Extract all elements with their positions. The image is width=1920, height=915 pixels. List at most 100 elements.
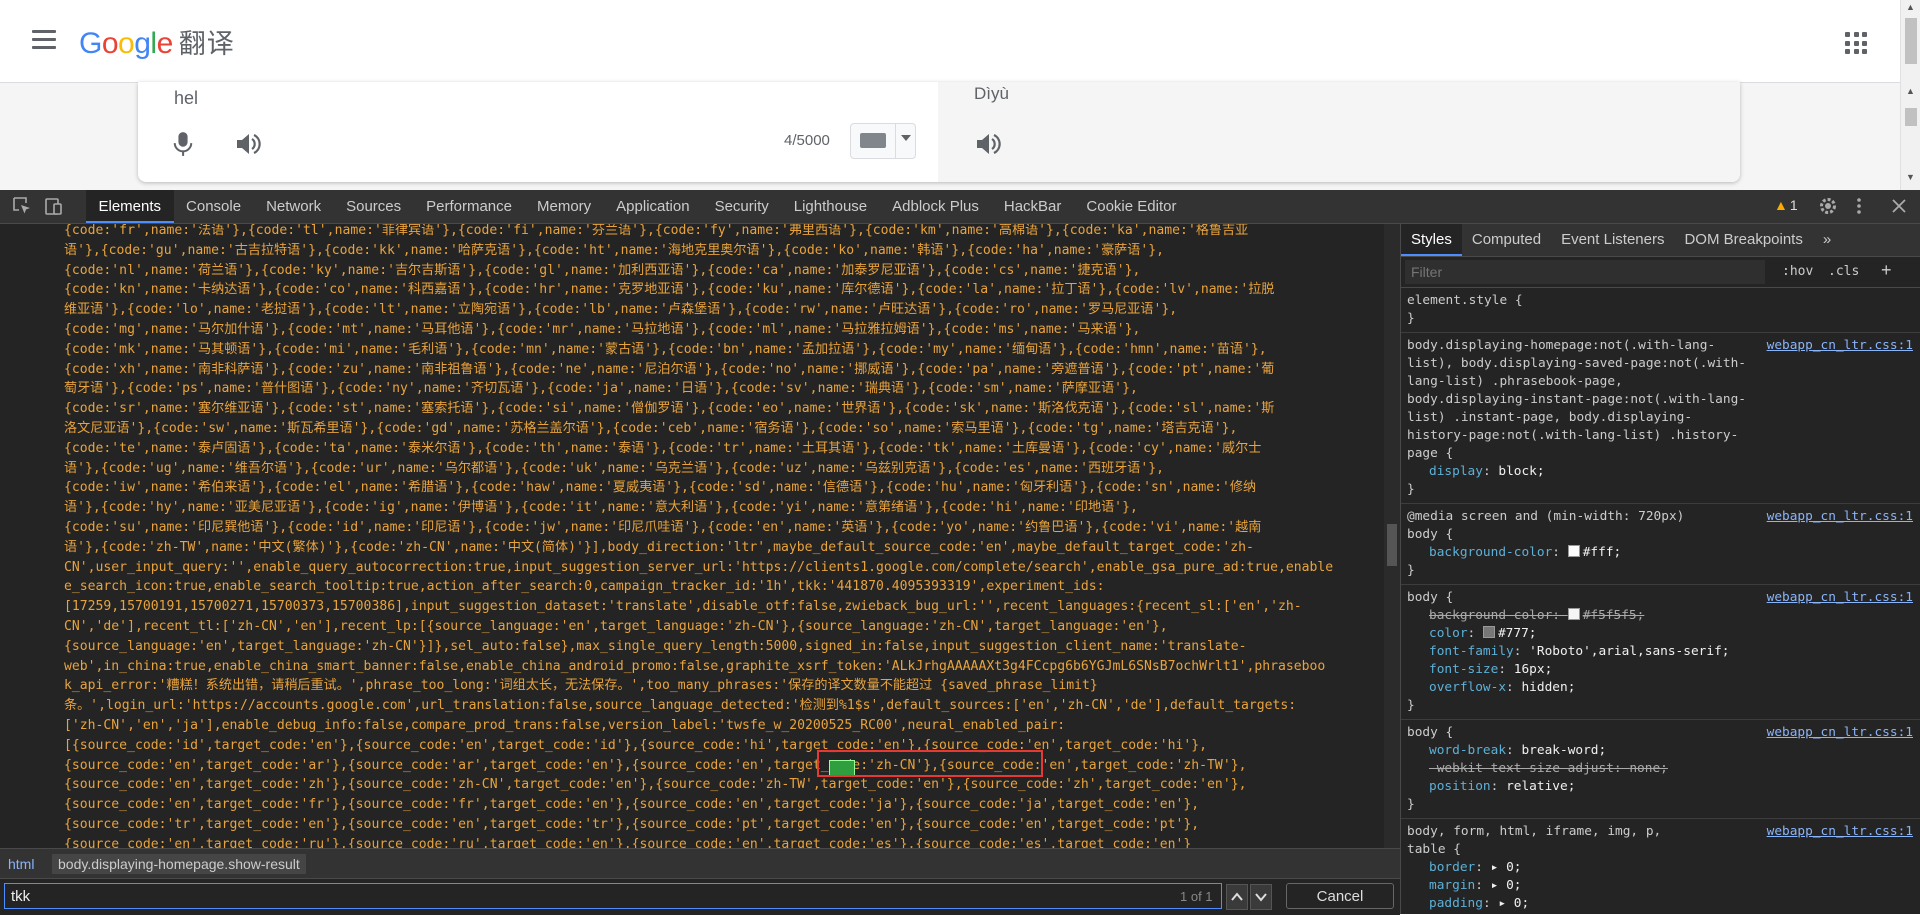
css-declaration[interactable]: background-color: #fff; [1407, 544, 1915, 562]
device-toolbar-icon[interactable] [44, 196, 64, 216]
source-panel: hel 4/5000 [138, 82, 938, 182]
styles-tab-event-listeners[interactable]: Event Listeners [1551, 224, 1674, 256]
css-declaration[interactable]: position: relative; [1407, 778, 1915, 796]
scrollbar-thumb[interactable] [1905, 18, 1917, 64]
close-devtools-icon[interactable] [1890, 197, 1908, 215]
tab-elements[interactable]: Elements [86, 190, 174, 223]
tab-cookie-editor[interactable]: Cookie Editor [1074, 190, 1189, 223]
scroll-down-arrow-icon[interactable]: ▼ [1906, 172, 1915, 182]
tab-memory[interactable]: Memory [525, 190, 604, 223]
code-line: {source_code:'en',target_code:'fr'},{sou… [64, 797, 1200, 813]
more-options-icon[interactable] [1856, 196, 1862, 216]
color-swatch-icon[interactable] [1567, 545, 1580, 557]
tab-sources[interactable]: Sources [334, 190, 414, 223]
code-line: {code:'iw',name:'希伯来语'},{code:'el',name:… [64, 480, 1257, 496]
style-rules-list: element.style {} body.displaying-homepage… [1401, 288, 1920, 914]
cancel-search-button[interactable]: Cancel [1286, 883, 1394, 909]
styles-tab-styles[interactable]: Styles [1401, 224, 1462, 256]
next-match-button[interactable] [1250, 884, 1272, 910]
code-line: 语'},{code:'gu',name:'古吉拉特语'},{code:'kk',… [64, 242, 1165, 258]
target-panel: Dìyù [938, 82, 1740, 182]
red-annotation-box [817, 750, 1043, 777]
hover-state-toggle[interactable]: :hov [1782, 264, 1813, 279]
style-rule[interactable]: @media screen and (min-width: 720px) bod… [1401, 504, 1920, 585]
listen-target-speaker-icon[interactable] [974, 130, 1002, 158]
rule-source-link[interactable]: webapp_cn_ltr.css:1 [1767, 508, 1913, 526]
css-declaration[interactable]: color: #777; [1407, 625, 1915, 643]
code-line: {code:'mg',name:'马尔加什语'},{code:'mt',name… [64, 321, 1141, 337]
style-rule[interactable]: body {webapp_cn_ltr.css:1 word-break: bre… [1401, 720, 1920, 819]
style-rule[interactable]: element.style {} [1401, 288, 1920, 333]
rule-source-link[interactable]: webapp_cn_ltr.css:1 [1767, 337, 1913, 355]
rule-source-link[interactable]: webapp_cn_ltr.css:1 [1767, 823, 1913, 841]
tab-adblock-plus[interactable]: Adblock Plus [880, 190, 992, 223]
code-line: {code:'sr',name:'塞尔维亚语'},{code:'st',name… [64, 401, 1275, 417]
code-line: 洛文尼亚语'},{code:'sw',name:'斯瓦希里语'},{code:'… [64, 420, 1238, 436]
listen-source-speaker-icon[interactable] [234, 130, 262, 158]
elements-scrollbar[interactable] [1384, 224, 1400, 848]
google-translate-logo[interactable]: Google 翻译 [79, 22, 235, 61]
microphone-icon[interactable] [172, 130, 194, 158]
style-rule[interactable]: body { webapp_cn_ltr.css:1 background-colo… [1401, 585, 1920, 720]
css-declaration[interactable]: font-size: 16px; [1407, 661, 1915, 679]
new-style-rule-button[interactable]: + [1881, 260, 1892, 281]
breadcrumb-body[interactable]: body.displaying-homepage.show-result [52, 854, 306, 874]
css-declaration[interactable]: -webkit-text-size-adjust: none; [1407, 760, 1915, 778]
hamburger-menu-icon[interactable] [32, 30, 56, 50]
code-line: {code:'kn',name:'卡纳达语'},{code:'co',name:… [64, 282, 1275, 298]
google-apps-icon[interactable] [1845, 32, 1867, 54]
tab-hackbar[interactable]: HackBar [991, 190, 1074, 223]
style-rule[interactable]: body.displaying-homepage:not(.with-lang-… [1401, 333, 1920, 504]
rule-source-link[interactable]: webapp_cn_ltr.css:1 [1767, 589, 1913, 607]
input-tools-button[interactable] [850, 123, 916, 159]
css-declaration[interactable]: padding: ▸ 0; [1407, 895, 1915, 913]
rule-selector: body, form, html, iframe, img, p, table … [1407, 824, 1662, 857]
styles-filter-input[interactable] [1405, 260, 1765, 284]
inner-scrollbar-thumb[interactable] [1905, 108, 1917, 126]
elements-dom-tree[interactable]: {code:'fr',name:'法语'},{code:'tl',name:'菲… [0, 224, 1384, 848]
source-text[interactable]: hel [174, 88, 198, 109]
dom-search-input[interactable] [4, 883, 1222, 909]
class-toggle[interactable]: .cls [1828, 264, 1859, 279]
code-line: [{source_code:'id',target_code:'en'},{so… [64, 737, 1208, 753]
previous-match-button[interactable] [1226, 884, 1248, 910]
scroll-up-arrow-icon[interactable]: ▲ [1906, 86, 1915, 96]
styles-tab-more[interactable]: » [1813, 224, 1841, 256]
css-declaration[interactable]: display: block; [1407, 463, 1915, 481]
css-declaration[interactable]: font-family: 'Roboto',arial,sans-serif; [1407, 643, 1915, 661]
tab-application[interactable]: Application [604, 190, 702, 223]
css-declaration[interactable]: background-color: #f5f5f5; [1407, 607, 1915, 625]
css-declaration[interactable]: border: ▸ 0; [1407, 859, 1915, 877]
code-line: CN',user_input_query:'',enable_query_aut… [64, 559, 1334, 575]
tab-console[interactable]: Console [174, 190, 254, 223]
page-scrollbar[interactable]: ▲ ▲ ▼ [1900, 0, 1920, 190]
script-source-code[interactable]: {code:'fr',name:'法语'},{code:'tl',name:'菲… [64, 224, 1380, 848]
target-transliteration: Dìyù [974, 84, 1009, 103]
tab-network[interactable]: Network [254, 190, 334, 223]
css-value: break-word; [1521, 743, 1607, 758]
tab-security[interactable]: Security [702, 190, 781, 223]
warnings-badge[interactable]: ▲ 1 [1774, 197, 1798, 213]
css-declaration[interactable]: word-break: break-word; [1407, 742, 1915, 760]
rule-selector: body { [1407, 590, 1454, 605]
settings-gear-icon[interactable] [1818, 196, 1838, 216]
product-name: 翻译 [178, 29, 235, 59]
css-value: #fff; [1582, 545, 1622, 560]
code-line: k_api_error:'糟糕！系统出错，请稍后重试。',phrase_too_… [64, 678, 1098, 694]
color-swatch-icon[interactable] [1482, 626, 1495, 638]
css-declaration[interactable]: overflow-x: hidden; [1407, 679, 1915, 697]
inspect-element-icon[interactable] [12, 196, 32, 216]
styles-tab-computed[interactable]: Computed [1462, 224, 1551, 256]
tab-performance[interactable]: Performance [414, 190, 525, 223]
styles-tab-dom-breakpoints[interactable]: DOM Breakpoints [1674, 224, 1812, 256]
css-property: display [1429, 464, 1483, 479]
code-line: 维亚语'},{code:'lo',name:'老挝语'},{code:'lt',… [64, 302, 1178, 318]
rule-source-link[interactable]: webapp_cn_ltr.css:1 [1767, 724, 1913, 742]
scroll-up-arrow-icon[interactable]: ▲ [1906, 2, 1915, 12]
color-swatch-icon[interactable] [1567, 608, 1580, 620]
chevron-down-icon[interactable] [901, 135, 911, 141]
style-rule[interactable]: body, form, html, iframe, img, p, table … [1401, 819, 1920, 914]
breadcrumb-html[interactable]: html [8, 856, 34, 872]
tab-lighthouse[interactable]: Lighthouse [781, 190, 879, 223]
css-declaration[interactable]: margin: ▸ 0; [1407, 877, 1915, 895]
